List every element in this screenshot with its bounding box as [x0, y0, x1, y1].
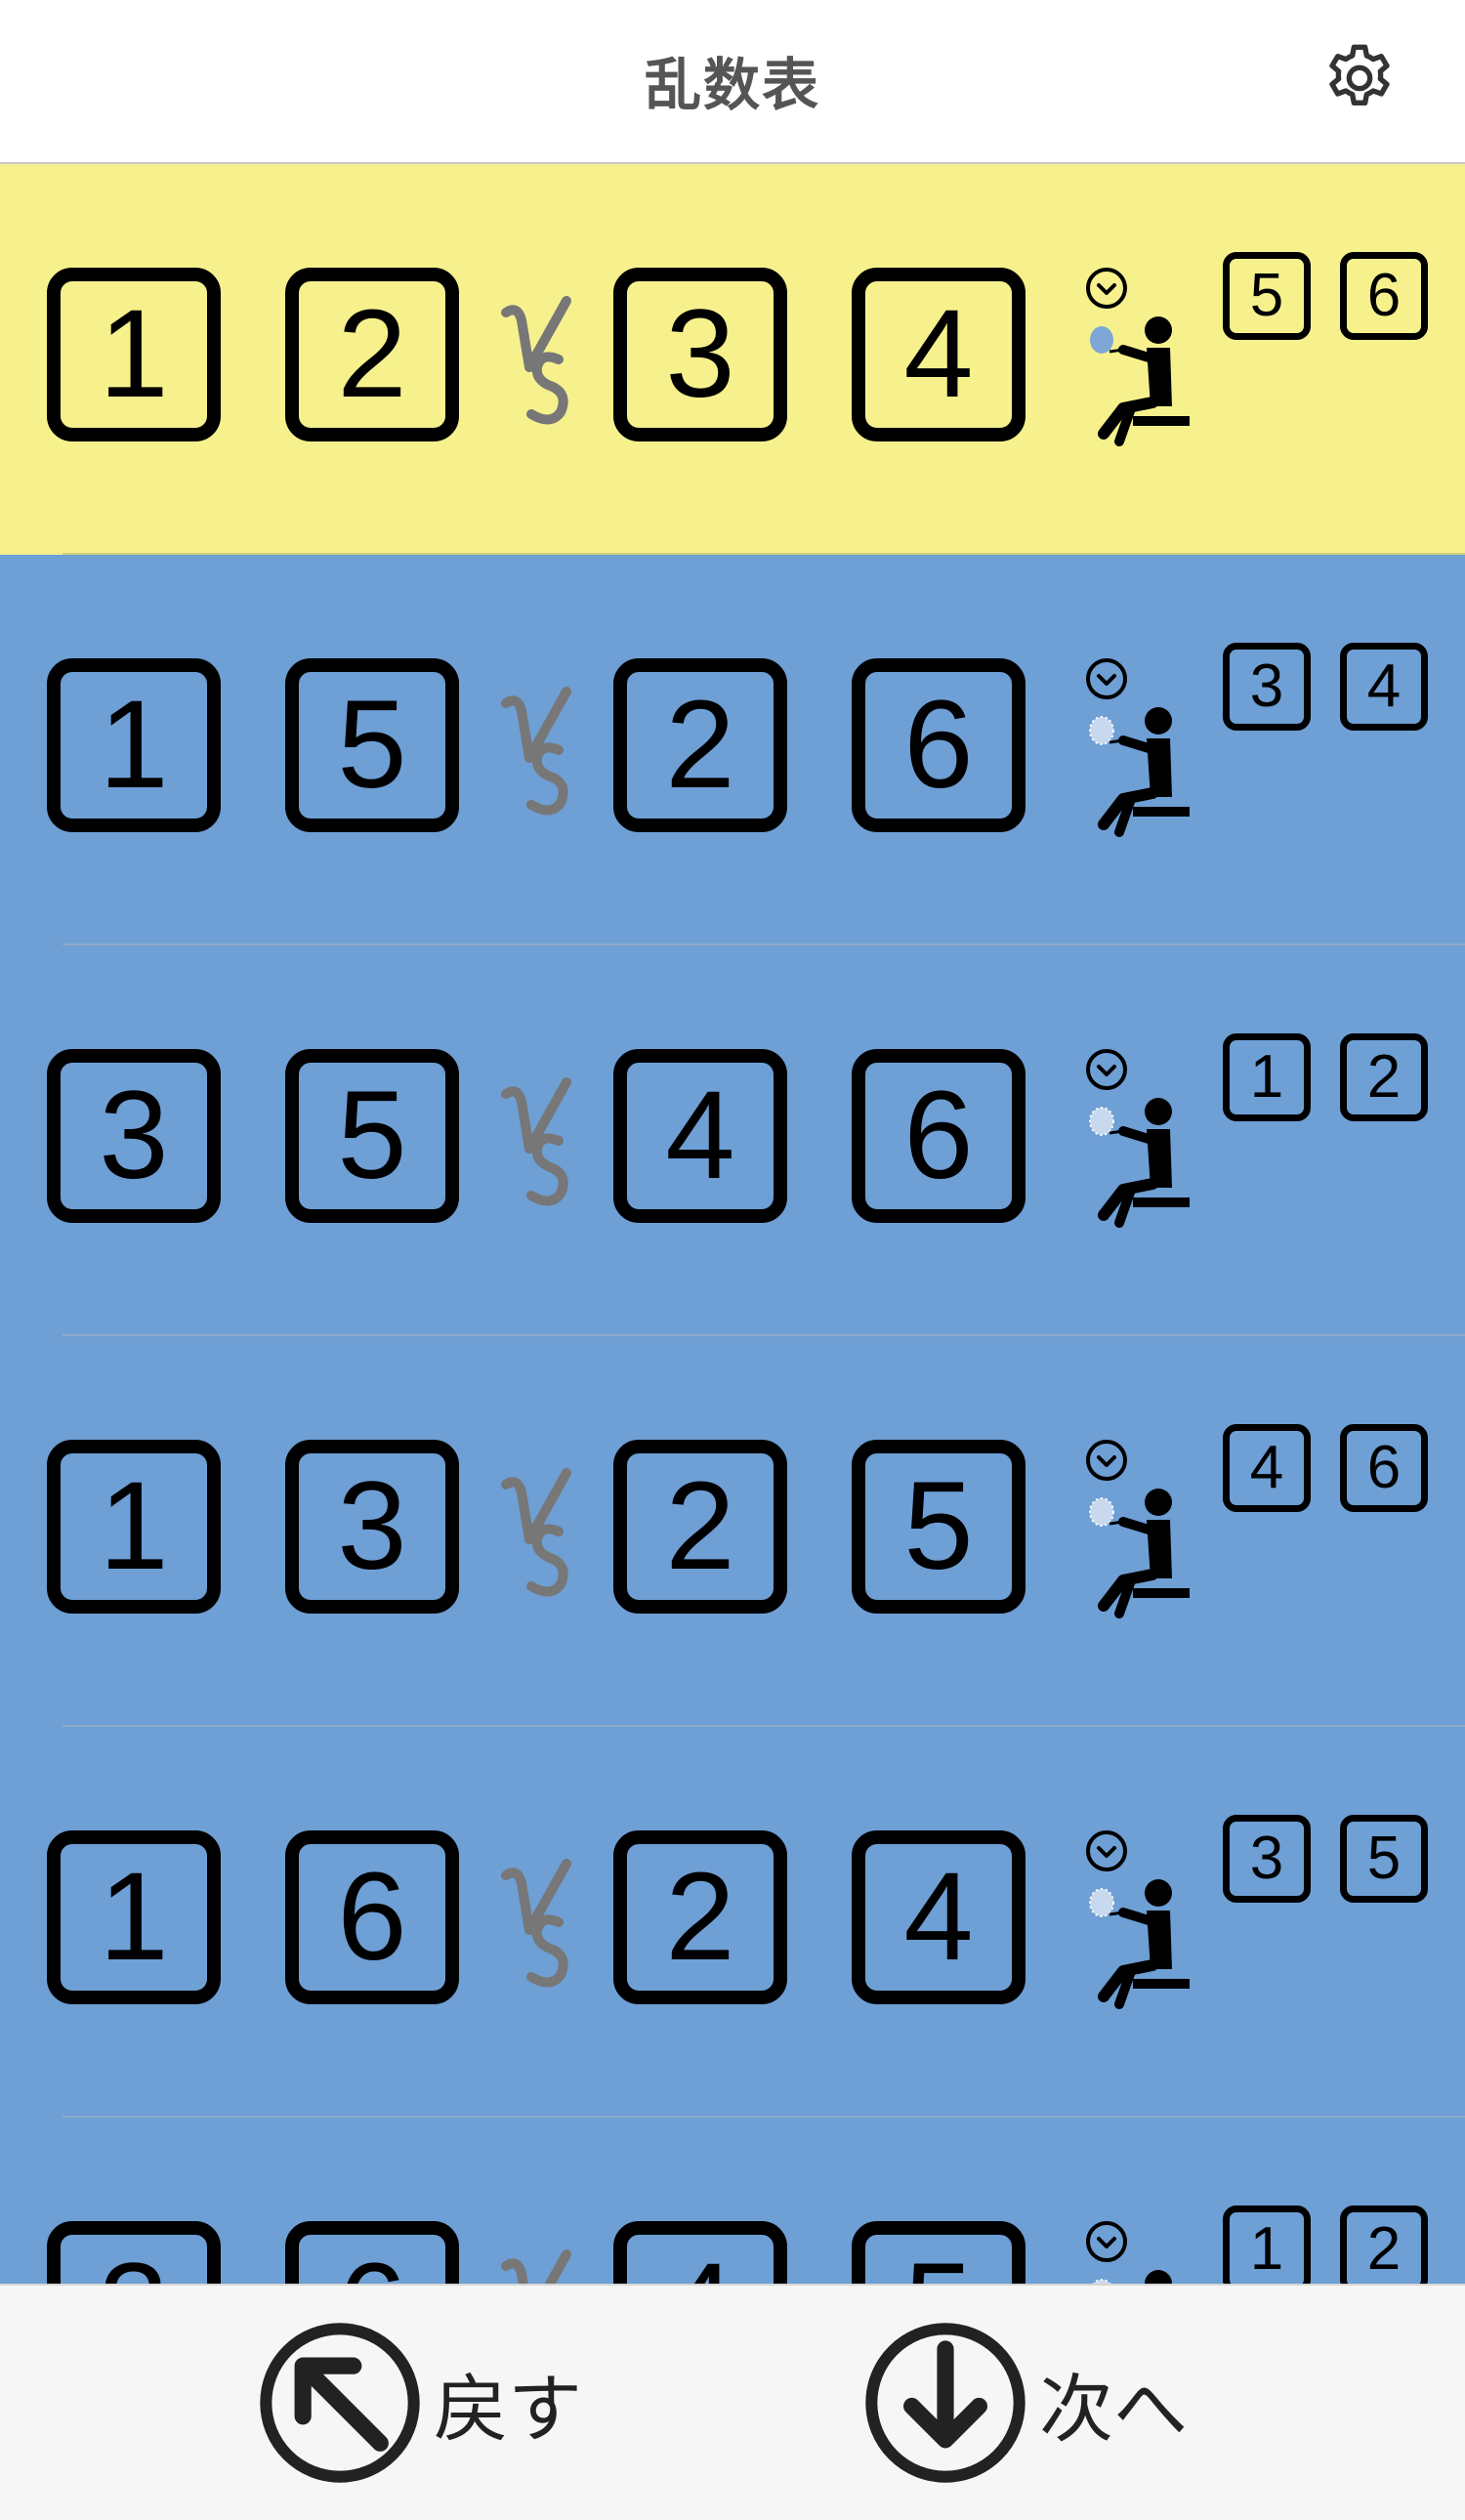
match-row[interactable]: 1 5 2 6 3 4 — [0, 555, 1465, 945]
team-a-player-2: 5 — [285, 1049, 459, 1223]
team-b-player-2: 6 — [852, 1049, 1026, 1223]
team-b-player-1: 4 — [613, 1049, 787, 1223]
arrow-up-left-circle-icon — [260, 2323, 420, 2483]
page-title: 乱数表 — [644, 52, 820, 118]
umpire-icon — [1089, 1489, 1190, 1618]
team-a-player-1: 1 — [47, 1440, 221, 1614]
team-b-player-1: 3 — [613, 268, 787, 441]
match-row[interactable]: 3 5 4 6 1 2 — [0, 945, 1465, 1336]
team-b-player-2: 5 — [852, 1440, 1026, 1614]
umpire-icon — [1090, 316, 1190, 446]
match-row[interactable]: 3 6 4 5 1 2 — [0, 2118, 1465, 2284]
resting-player-1: 1 — [1223, 1033, 1311, 1121]
resting-player-2: 6 — [1340, 1424, 1428, 1512]
resting-player-2: 2 — [1340, 1033, 1428, 1121]
team-a-player-2: 3 — [285, 1440, 459, 1614]
match-row[interactable]: 1 6 2 4 3 5 — [0, 1727, 1465, 2118]
team-b-player-1: 2 — [613, 1830, 787, 2004]
vs-mark — [501, 296, 571, 425]
next-button[interactable]: 次へ — [861, 2315, 1188, 2491]
back-label: 戻す — [434, 2366, 582, 2453]
vs-mark — [501, 687, 571, 816]
team-a-player-1: 1 — [47, 658, 221, 832]
match-row[interactable]: 1 3 2 5 4 6 — [0, 1336, 1465, 1727]
resting-player-2: 2 — [1340, 2205, 1428, 2284]
umpire-icon — [1092, 2270, 1172, 2284]
team-b-player-2: 4 — [852, 1830, 1026, 2004]
resting-player-1: 3 — [1223, 643, 1311, 731]
resting-player-1: 5 — [1223, 252, 1311, 340]
umpire-icon — [1089, 1879, 1190, 2009]
vs-mark — [501, 1859, 571, 1988]
resting-player-1: 1 — [1223, 2205, 1311, 2284]
resting-player-1: 3 — [1223, 1815, 1311, 1903]
team-a-player-1: 1 — [47, 268, 221, 441]
resting-player-1: 4 — [1223, 1424, 1311, 1512]
resting-player-2: 6 — [1340, 252, 1428, 340]
team-b-player-2: 6 — [852, 658, 1026, 832]
team-b-player-2: 4 — [852, 268, 1026, 441]
team-a-player-1: 3 — [47, 1049, 221, 1223]
team-b-player-1: 4 — [613, 2221, 787, 2284]
navigation-bar: 乱数表 — [0, 0, 1465, 164]
next-label: 次へ — [1039, 2366, 1188, 2453]
vs-mark — [501, 1077, 571, 1206]
team-a-player-2: 6 — [285, 2221, 459, 2284]
umpire-icon — [1089, 1098, 1190, 1228]
vs-mark — [501, 1468, 571, 1597]
umpire-icon — [1089, 707, 1190, 837]
gear-icon[interactable] — [1320, 39, 1399, 117]
bottom-toolbar: 戻す 次へ — [0, 2284, 1465, 2520]
team-a-player-2: 2 — [285, 268, 459, 441]
team-a-player-1: 3 — [47, 2221, 221, 2284]
match-list[interactable]: 1 2 3 4 5 6 1 5 2 6 3 4 3 5 4 6 1 2 1 3 … — [0, 164, 1465, 2284]
vs-mark — [501, 2249, 571, 2284]
team-a-player-1: 1 — [47, 1830, 221, 2004]
team-b-player-1: 2 — [613, 658, 787, 832]
resting-player-2: 5 — [1340, 1815, 1428, 1903]
team-b-player-1: 2 — [613, 1440, 787, 1614]
arrow-down-circle-icon — [865, 2323, 1026, 2483]
team-a-player-2: 6 — [285, 1830, 459, 2004]
resting-player-2: 4 — [1340, 643, 1428, 731]
team-b-player-2: 5 — [852, 2221, 1026, 2284]
match-row-current[interactable]: 1 2 3 4 5 6 — [0, 164, 1465, 555]
back-button[interactable]: 戻す — [256, 2315, 582, 2491]
team-a-player-2: 5 — [285, 658, 459, 832]
